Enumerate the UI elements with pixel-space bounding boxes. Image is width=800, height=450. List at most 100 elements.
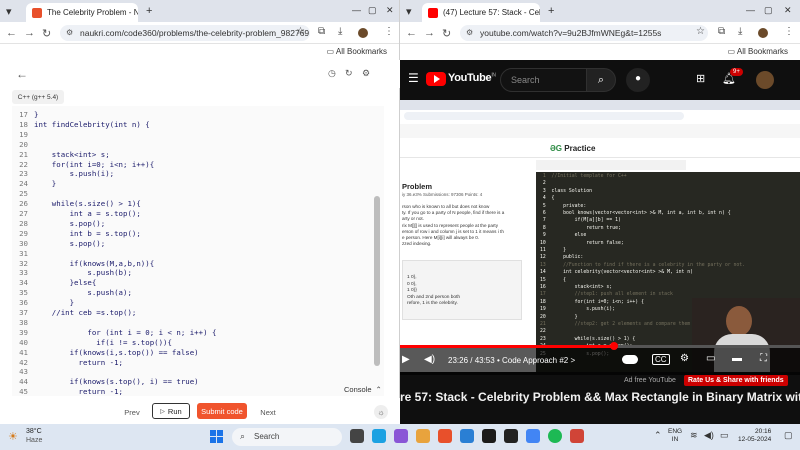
- autoplay-toggle[interactable]: [622, 355, 638, 364]
- language-selector[interactable]: C++ (g++ 5.4): [12, 90, 64, 104]
- minimize-icon[interactable]: —: [352, 5, 361, 15]
- profile-avatar[interactable]: [758, 28, 768, 38]
- voice-search-button[interactable]: ●: [626, 68, 650, 92]
- bookmark-star-icon[interactable]: ☆: [296, 26, 305, 37]
- clock[interactable]: 20:16 12-05-2024: [738, 428, 771, 444]
- bookmark-star-icon[interactable]: ☆: [696, 26, 705, 37]
- account-avatar[interactable]: [756, 71, 774, 89]
- timer-icon[interactable]: ◷: [328, 68, 336, 79]
- minimize-icon[interactable]: —: [746, 5, 755, 15]
- back-icon[interactable]: ←: [6, 27, 17, 39]
- bookmarks-bar: ▭ All Bookmarks: [400, 44, 800, 60]
- chrome-menu-icon[interactable]: ⋮: [384, 26, 394, 37]
- fullscreen-icon[interactable]: ⛶: [760, 353, 767, 364]
- all-bookmarks[interactable]: ▭ All Bookmarks: [728, 47, 788, 56]
- brave-icon[interactable]: [438, 429, 452, 443]
- battery-icon[interactable]: ▭: [720, 430, 729, 441]
- code-line: for (int i = 0; i < n; i++) {: [34, 327, 217, 337]
- back-icon[interactable]: ←: [406, 27, 417, 39]
- terminal-icon[interactable]: [482, 429, 496, 443]
- line-number: 18: [19, 119, 28, 129]
- forward-icon[interactable]: →: [424, 27, 435, 39]
- vscode-icon[interactable]: [460, 429, 474, 443]
- back-arrow-icon[interactable]: ←: [16, 67, 28, 81]
- youtube-logo[interactable]: [426, 72, 446, 86]
- code-line: if(knows(M,a,b,n)){: [34, 258, 155, 268]
- search-button[interactable]: ⌕: [586, 68, 616, 92]
- task-view-icon[interactable]: [350, 429, 364, 443]
- site-info-icon[interactable]: ⚙: [466, 28, 473, 37]
- site-info-icon[interactable]: ⚙: [66, 28, 73, 37]
- tray-chevron-icon[interactable]: ⌃: [654, 430, 662, 441]
- search-input[interactable]: Search: [500, 68, 596, 92]
- progress-track[interactable]: [400, 342, 800, 350]
- chrome-icon-1[interactable]: [526, 429, 540, 443]
- captions-icon[interactable]: CC: [652, 354, 670, 365]
- spotify-icon[interactable]: [548, 429, 562, 443]
- settings-icon[interactable]: ⚙: [680, 353, 689, 364]
- theater-mode-icon[interactable]: ▬: [732, 353, 742, 364]
- run-label: Run: [167, 406, 182, 416]
- chrome-icon-2[interactable]: [570, 429, 584, 443]
- new-tab-button[interactable]: +: [146, 5, 152, 17]
- edge-icon[interactable]: [372, 429, 386, 443]
- run-button[interactable]: ▷ Run: [152, 403, 190, 419]
- maximize-icon[interactable]: ▢: [368, 5, 377, 16]
- url-field[interactable]: ⚙ naukri.com/code360/problems/the-celebr…: [60, 25, 310, 41]
- line-number: 32: [19, 258, 28, 268]
- url-field[interactable]: ⚙ youtube.com/watch?v=9u2BJfmWNEg&t=1255…: [460, 25, 708, 41]
- editor-scrollbar[interactable]: [374, 196, 380, 366]
- weather-widget[interactable]: 38°C Haze: [26, 427, 42, 445]
- tab-menu-icon[interactable]: ▾: [406, 5, 412, 18]
- tab-menu-icon[interactable]: ▾: [6, 5, 12, 18]
- create-icon[interactable]: ⊞: [696, 72, 705, 85]
- volume-icon[interactable]: ◀): [424, 354, 435, 365]
- miniplayer-icon[interactable]: ▭: [706, 353, 715, 364]
- settings-gear-icon[interactable]: ⚙: [362, 68, 370, 79]
- video-code-line: 22: [540, 329, 552, 335]
- forward-icon[interactable]: →: [24, 27, 35, 39]
- rate-us-banner[interactable]: Rate Us & Share with friends: [684, 375, 788, 386]
- close-window-icon[interactable]: ✕: [784, 5, 792, 16]
- tab-youtube-lecture[interactable]: (47) Lecture 57: Stack - Celebri... ✕: [422, 3, 540, 22]
- video-title: re 57: Stack - Celebrity Problem && Max …: [400, 390, 800, 404]
- tab-celebrity-problem[interactable]: The Celebrity Problem - Naukri ✕: [26, 3, 138, 22]
- scrubber-handle[interactable]: [610, 342, 618, 350]
- speaker-icon[interactable]: ◀): [704, 430, 714, 441]
- reload-icon[interactable]: ↻: [42, 27, 51, 40]
- extensions-icon[interactable]: ⧉: [718, 26, 725, 37]
- github-icon[interactable]: [504, 429, 518, 443]
- maximize-icon[interactable]: ▢: [764, 5, 773, 16]
- line-number: 43: [19, 367, 28, 377]
- reset-icon[interactable]: ↻: [345, 68, 353, 79]
- all-bookmarks[interactable]: ▭ All Bookmarks: [327, 47, 387, 56]
- console-toggle[interactable]: Console ⌃: [344, 385, 382, 394]
- submit-code-button[interactable]: Submit code: [197, 403, 247, 419]
- code-line: s.push(b);: [34, 268, 132, 278]
- extensions-icon[interactable]: ⧉: [318, 26, 325, 37]
- taskbar-search-input[interactable]: ⌕ Search: [232, 428, 342, 446]
- next-button[interactable]: Next: [254, 404, 282, 420]
- prev-button[interactable]: Prev: [118, 404, 146, 420]
- language-indicator[interactable]: ENG IN: [668, 428, 682, 444]
- notification-center-icon[interactable]: ▢: [784, 430, 793, 441]
- hamburger-menu-icon[interactable]: ☰: [408, 71, 419, 85]
- file-explorer-icon[interactable]: [416, 429, 430, 443]
- lang-primary: ENG: [668, 428, 683, 435]
- video-player[interactable]: ƏG Practice Problem iy 36.e3% Submission…: [400, 140, 800, 372]
- weather-icon[interactable]: ☀: [8, 430, 18, 443]
- theme-toggle-icon[interactable]: ☼: [374, 405, 388, 419]
- mail-app-icon[interactable]: [394, 429, 408, 443]
- code-editor[interactable]: 17} 18 int findCelebrity(int n) {19 20 21 st…: [12, 106, 384, 396]
- play-pause-icon[interactable]: ▶: [402, 354, 410, 365]
- code-line: for(int i=0; i<n; i++){: [34, 159, 155, 169]
- chrome-menu-icon[interactable]: ⋮: [784, 26, 794, 37]
- downloads-icon[interactable]: ⤓: [738, 26, 742, 37]
- downloads-icon[interactable]: ⤓: [338, 26, 342, 37]
- windows-start-icon[interactable]: [210, 430, 224, 444]
- reload-icon[interactable]: ↻: [442, 27, 451, 40]
- close-window-icon[interactable]: ✕: [386, 5, 394, 16]
- new-tab-button[interactable]: +: [548, 5, 554, 17]
- wifi-icon[interactable]: ≋: [690, 430, 698, 441]
- profile-avatar[interactable]: [358, 28, 368, 38]
